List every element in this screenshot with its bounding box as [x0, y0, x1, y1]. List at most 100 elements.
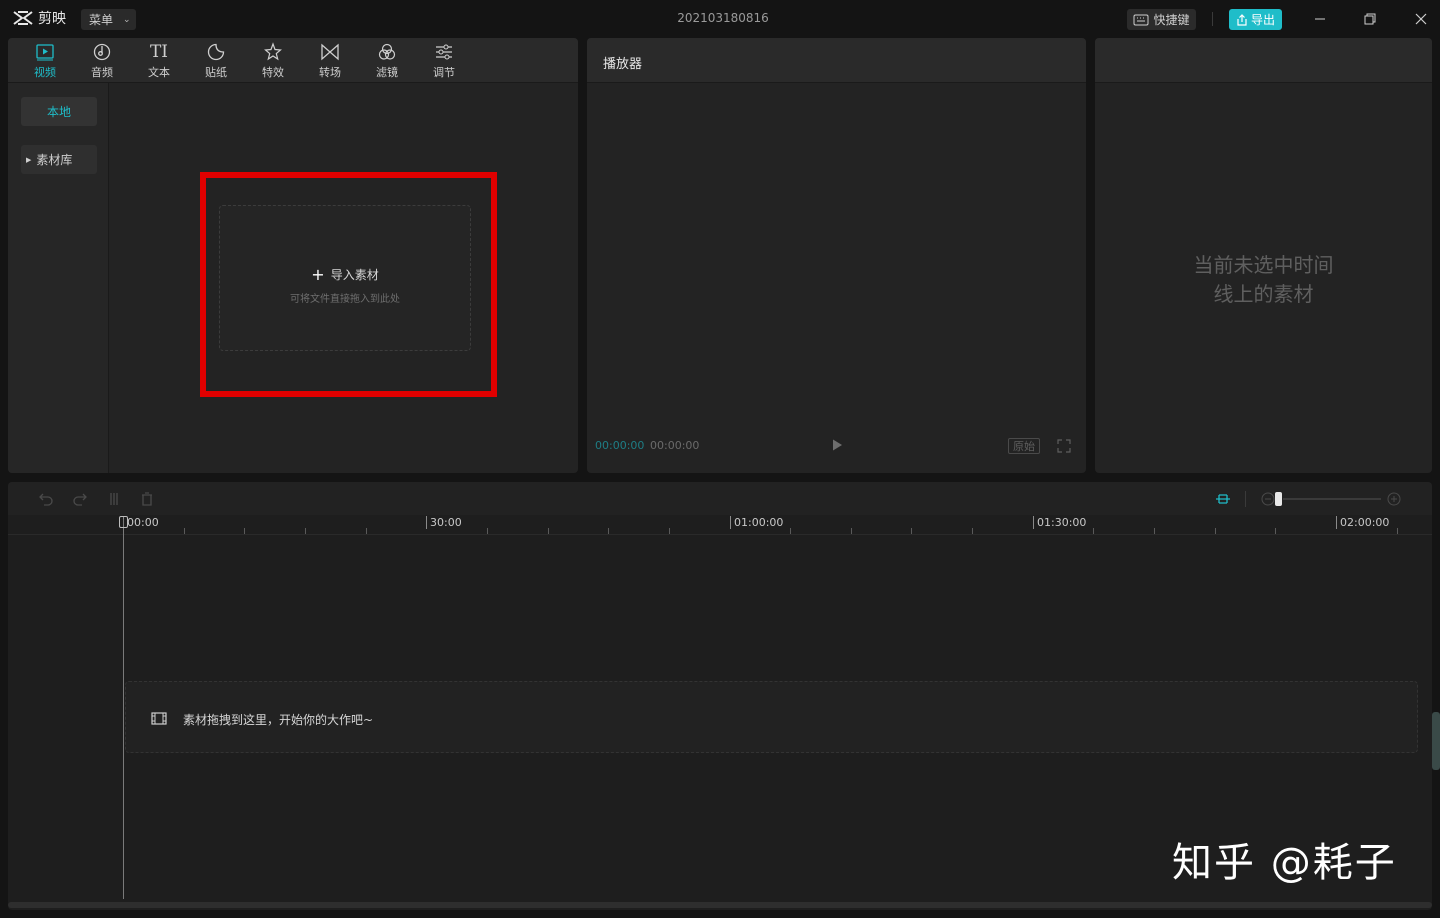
tab-adjust-label: 调节 [433, 66, 455, 79]
tab-effects-label: 特效 [262, 66, 284, 79]
ruler-label: 02:00:00 [1336, 516, 1389, 529]
ruler-tick [972, 528, 974, 534]
video-icon [36, 44, 54, 61]
title-bar: 剪映 菜单 ⌄ 202103180816 快捷键 导出 [0, 0, 1440, 38]
media-toolbar: 视频 音频 TI 文本 贴纸 特效 转场 滤镜 调节 [8, 38, 578, 83]
tab-text-label: 文本 [148, 66, 170, 79]
tab-audio[interactable]: 音频 [82, 42, 122, 82]
sidebar-item-library[interactable]: ▶ 素材库 [21, 145, 97, 174]
chevron-down-icon: ⌄ [123, 14, 131, 25]
tab-sticker[interactable]: 贴纸 [196, 42, 236, 82]
sidebar-item-library-label: 素材库 [36, 153, 73, 167]
media-sidebar: 本地 ▶ 素材库 [8, 83, 109, 473]
properties-panel: 当前未选中时间 线上的素材 [1095, 38, 1432, 473]
properties-empty-message: 当前未选中时间 线上的素材 [1095, 251, 1432, 309]
effects-icon [264, 42, 282, 61]
ruler-tick [244, 528, 246, 534]
export-label: 导出 [1250, 13, 1275, 27]
ruler-tick [1093, 528, 1095, 534]
tab-text[interactable]: TI 文本 [139, 42, 179, 82]
main-track-dropzone[interactable]: 素材拖拽到这里，开始你的大作吧~ [125, 681, 1418, 753]
tab-transition-label: 转场 [319, 66, 341, 79]
zoom-out-icon[interactable] [1260, 491, 1276, 507]
ruler-tick [608, 528, 610, 534]
timeline-vertical-scrollbar[interactable] [1432, 712, 1440, 770]
player-panel: 播放器 00:00:00 00:00:00 原始 [587, 38, 1086, 473]
close-button[interactable] [1412, 10, 1430, 28]
close-icon [1415, 13, 1427, 25]
media-panel: 视频 音频 TI 文本 贴纸 特效 转场 滤镜 调节 本地 ▶ 素材库 + 导入… [8, 38, 578, 473]
ruler-label: 01:00:00 [730, 516, 783, 529]
ruler-tick [486, 528, 488, 534]
film-icon [151, 712, 167, 725]
timeline-ruler[interactable]: 00:00 30:00 01:00:00 01:30:00 02:00:00 [8, 515, 1432, 535]
ruler-tick [911, 528, 913, 534]
app-name: 剪映 [38, 11, 66, 27]
undo-icon[interactable] [38, 491, 54, 507]
ruler-tick [1154, 528, 1156, 534]
play-icon[interactable] [830, 438, 844, 452]
ruler-label: 01:30:00 [1033, 516, 1086, 529]
ruler-tick [304, 528, 306, 534]
tab-transition[interactable]: 转场 [310, 42, 350, 82]
keyboard-icon [1133, 14, 1149, 25]
minimize-button[interactable] [1311, 10, 1329, 28]
ruler-tick [547, 528, 549, 534]
ruler-tick [668, 528, 670, 534]
current-timecode: 00:00:00 [595, 439, 645, 452]
tab-sticker-label: 贴纸 [205, 66, 227, 79]
restore-icon [1364, 13, 1376, 25]
shortcuts-label: 快捷键 [1153, 13, 1190, 27]
sticker-icon [207, 43, 225, 61]
ruler-label: 00:00 [123, 516, 159, 529]
tab-effects[interactable]: 特效 [253, 42, 293, 82]
playhead-handle[interactable] [119, 516, 128, 528]
tab-audio-label: 音频 [91, 66, 113, 79]
delete-icon[interactable] [139, 491, 155, 507]
tab-video[interactable]: 视频 [25, 42, 65, 82]
ruler-label: 30:00 [426, 516, 462, 529]
menu-label: 菜单 [89, 13, 114, 27]
filter-icon [378, 43, 396, 60]
zoom-slider[interactable] [1283, 498, 1381, 500]
divider [1245, 491, 1246, 507]
tab-filter[interactable]: 滤镜 [367, 42, 407, 82]
menu-button[interactable]: 菜单 ⌄ [81, 9, 136, 30]
properties-header [1095, 38, 1432, 83]
split-icon[interactable] [106, 491, 122, 507]
ruler-tick [365, 528, 367, 534]
main-track-hint: 素材拖拽到这里，开始你的大作吧~ [183, 713, 374, 727]
shortcuts-button[interactable]: 快捷键 [1127, 9, 1196, 30]
playhead[interactable] [123, 519, 124, 899]
zoom-in-icon[interactable] [1386, 491, 1402, 507]
zoom-slider-handle[interactable] [1275, 492, 1282, 506]
text-icon: TI [149, 42, 169, 62]
tab-video-label: 视频 [34, 66, 56, 79]
magnet-snap-icon[interactable] [1215, 491, 1231, 507]
adjust-icon [436, 44, 452, 60]
timeline-toolbar [8, 482, 1432, 515]
ruler-tick [790, 528, 792, 534]
watermark: 知乎 @耗子 [1172, 840, 1397, 886]
minimize-icon [1315, 18, 1325, 20]
audio-icon [93, 43, 111, 61]
redo-icon[interactable] [72, 491, 88, 507]
timeline-horizontal-scrollbar[interactable] [8, 902, 1432, 908]
ruler-tick [183, 528, 185, 534]
properties-empty-line2: 线上的素材 [1213, 282, 1314, 306]
highlight-annotation-frame [200, 172, 497, 397]
capcut-logo-icon [13, 11, 33, 25]
document-title: 202103180816 [677, 11, 769, 25]
export-button[interactable]: 导出 [1229, 9, 1282, 30]
transition-icon [321, 43, 339, 61]
caret-right-icon: ▶ [26, 155, 32, 164]
tab-adjust[interactable]: 调节 [424, 42, 464, 82]
player-title: 播放器 [587, 38, 1086, 83]
ruler-tick [850, 528, 852, 534]
aspect-ratio-button[interactable]: 原始 [1008, 438, 1040, 454]
ruler-tick [1214, 528, 1216, 534]
restore-button[interactable] [1361, 10, 1379, 28]
sidebar-item-local[interactable]: 本地 [21, 97, 97, 126]
divider [1212, 12, 1213, 26]
fullscreen-icon[interactable] [1057, 439, 1071, 453]
